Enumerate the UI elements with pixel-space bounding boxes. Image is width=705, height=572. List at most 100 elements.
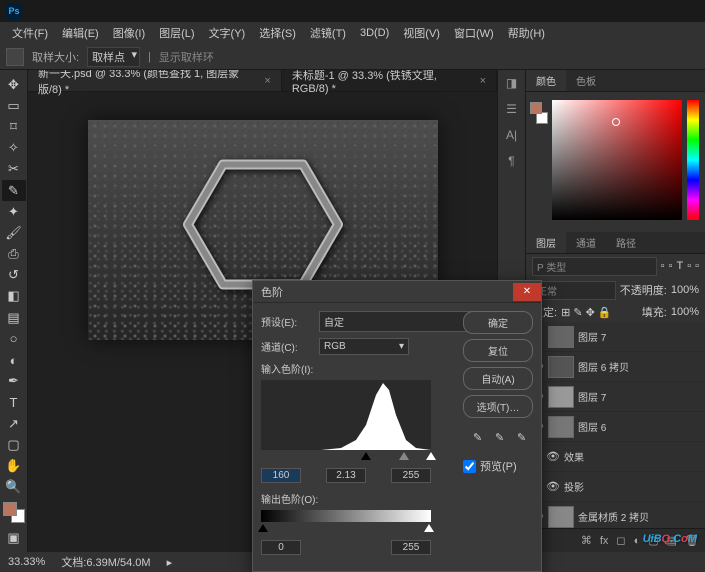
channel-select[interactable]: RGB: [319, 338, 409, 355]
white-point-handle[interactable]: [426, 452, 436, 460]
history-brush-tool[interactable]: ↺: [2, 265, 26, 286]
output-black-handle[interactable]: [258, 524, 268, 532]
hue-slider[interactable]: [687, 100, 699, 220]
output-slider[interactable]: [261, 526, 431, 536]
properties-icon[interactable]: ☰: [502, 102, 522, 118]
opacity-value[interactable]: 100%: [671, 284, 699, 296]
layer-name[interactable]: 投影: [564, 479, 701, 494]
layer-row[interactable]: 👁图层 7: [526, 382, 705, 412]
document-tab-2[interactable]: 未标题-1 @ 33.3% (铁锈文理, RGB/8) *×: [282, 70, 497, 91]
blend-mode-select[interactable]: 正常: [532, 281, 616, 300]
menu-image[interactable]: 图像(I): [107, 23, 151, 43]
path-tool[interactable]: ↗: [2, 413, 26, 434]
cancel-button[interactable]: 复位: [463, 339, 533, 362]
auto-button[interactable]: 自动(A): [463, 367, 533, 390]
menu-type[interactable]: 文字(Y): [203, 23, 252, 43]
tab-paths[interactable]: 路径: [606, 232, 646, 253]
panel-fgbg[interactable]: [530, 102, 548, 124]
healing-tool[interactable]: ✦: [2, 201, 26, 222]
layer-name[interactable]: 图层 7: [578, 329, 701, 344]
close-icon[interactable]: ×: [264, 75, 270, 87]
document-tab-1[interactable]: 新一天.psd @ 33.3% (颜色查找 1, 图层蒙版/8) *×: [28, 70, 282, 91]
blur-tool[interactable]: ○: [2, 328, 26, 349]
menu-file[interactable]: 文件(F): [6, 23, 54, 43]
adjustment-icon[interactable]: ◐: [634, 535, 641, 547]
crop-tool[interactable]: ✂: [2, 159, 26, 180]
status-chevron-icon[interactable]: ▸: [167, 556, 173, 569]
eyedropper-tool[interactable]: ✎: [2, 180, 26, 201]
menu-layer[interactable]: 图层(L): [153, 23, 200, 43]
character-icon[interactable]: A|: [502, 128, 522, 144]
gray-eyedropper-icon[interactable]: ✎: [495, 431, 511, 447]
tab-channels[interactable]: 通道: [566, 232, 606, 253]
shape-tool[interactable]: ▢: [2, 434, 26, 455]
layer-kind-select[interactable]: P 类型: [532, 257, 657, 276]
tab-layers[interactable]: 图层: [526, 232, 566, 253]
color-cursor[interactable]: [612, 118, 620, 126]
layer-row[interactable]: 图层 7: [526, 322, 705, 352]
layer-thumbnail[interactable]: [548, 356, 574, 378]
eyedropper-icon[interactable]: [6, 48, 24, 66]
magic-wand-tool[interactable]: ✧: [2, 138, 26, 159]
brush-tool[interactable]: 🖌: [2, 222, 26, 243]
layer-row[interactable]: 👁图层 6: [526, 412, 705, 442]
fx-icon[interactable]: fx: [600, 535, 609, 547]
layer-name[interactable]: 图层 7: [578, 389, 701, 404]
foreground-color-swatch[interactable]: [3, 502, 17, 516]
foreground-background-colors[interactable]: [3, 502, 25, 523]
black-point-handle[interactable]: [361, 452, 371, 460]
preview-checkbox[interactable]: [463, 460, 476, 473]
output-white-handle[interactable]: [424, 524, 434, 532]
layer-list[interactable]: 图层 7👁图层 6 拷贝👁图层 7👁图层 6👁效果👁投影👁金属材质 2 拷贝👁钻…: [526, 322, 705, 528]
zoom-level[interactable]: 33.33%: [8, 556, 45, 568]
layer-row[interactable]: 👁 效果: [526, 442, 705, 472]
marquee-tool[interactable]: ▭: [2, 95, 26, 116]
output-gradient[interactable]: [261, 510, 431, 522]
lock-icon[interactable]: ⊞ ✎ ✥ 🔒: [561, 306, 612, 319]
stamp-tool[interactable]: ⎙: [2, 244, 26, 265]
layer-name[interactable]: 图层 6 拷贝: [578, 359, 701, 374]
menu-view[interactable]: 视图(V): [397, 23, 446, 43]
zoom-tool[interactable]: 🔍: [2, 477, 26, 498]
input-gamma-field[interactable]: 2.13: [326, 468, 366, 483]
menu-filter[interactable]: 滤镜(T): [304, 23, 352, 43]
layer-name[interactable]: 金属材质 2 拷贝: [578, 509, 701, 524]
layer-thumbnail[interactable]: [548, 326, 574, 348]
menu-edit[interactable]: 编辑(E): [56, 23, 105, 43]
paragraph-icon[interactable]: ¶: [502, 154, 522, 170]
layer-name[interactable]: 效果: [564, 449, 701, 464]
sample-size-select[interactable]: 取样点: [87, 47, 140, 67]
move-tool[interactable]: ✥: [2, 74, 26, 95]
mask-icon[interactable]: ◻: [616, 534, 625, 547]
panel-fg-swatch[interactable]: [530, 102, 542, 114]
close-button[interactable]: ✕: [513, 283, 541, 301]
layer-row[interactable]: 👁投影: [526, 472, 705, 502]
options-button[interactable]: 选项(T)…: [463, 395, 533, 418]
dialog-titlebar[interactable]: 色阶 ✕: [253, 281, 541, 303]
output-white-field[interactable]: 255: [391, 540, 431, 555]
visibility-icon[interactable]: 👁: [546, 450, 560, 463]
ok-button[interactable]: 确定: [463, 311, 533, 334]
link-layers-icon[interactable]: ⌘: [581, 534, 592, 547]
gradient-tool[interactable]: ▤: [2, 307, 26, 328]
input-slider[interactable]: [261, 454, 431, 464]
menu-3d[interactable]: 3D(D): [354, 25, 395, 41]
layer-name[interactable]: 图层 6: [578, 419, 701, 434]
menu-window[interactable]: 窗口(W): [448, 23, 500, 43]
dodge-tool[interactable]: ◐: [2, 349, 26, 370]
input-black-field[interactable]: 160: [261, 468, 301, 483]
type-tool[interactable]: T: [2, 392, 26, 413]
gamma-handle[interactable]: [399, 452, 409, 460]
menu-select[interactable]: 选择(S): [253, 23, 302, 43]
lasso-tool[interactable]: ⌑: [2, 116, 26, 137]
close-icon[interactable]: ×: [480, 75, 486, 87]
output-black-field[interactable]: 0: [261, 540, 301, 555]
pen-tool[interactable]: ✒: [2, 371, 26, 392]
layer-thumbnail[interactable]: [548, 416, 574, 438]
hand-tool[interactable]: ✋: [2, 455, 26, 476]
eraser-tool[interactable]: ◧: [2, 286, 26, 307]
layer-row[interactable]: 👁图层 6 拷贝: [526, 352, 705, 382]
color-field[interactable]: [552, 100, 682, 220]
quickmask-tool[interactable]: ▣: [2, 527, 26, 548]
layer-thumbnail[interactable]: [548, 386, 574, 408]
